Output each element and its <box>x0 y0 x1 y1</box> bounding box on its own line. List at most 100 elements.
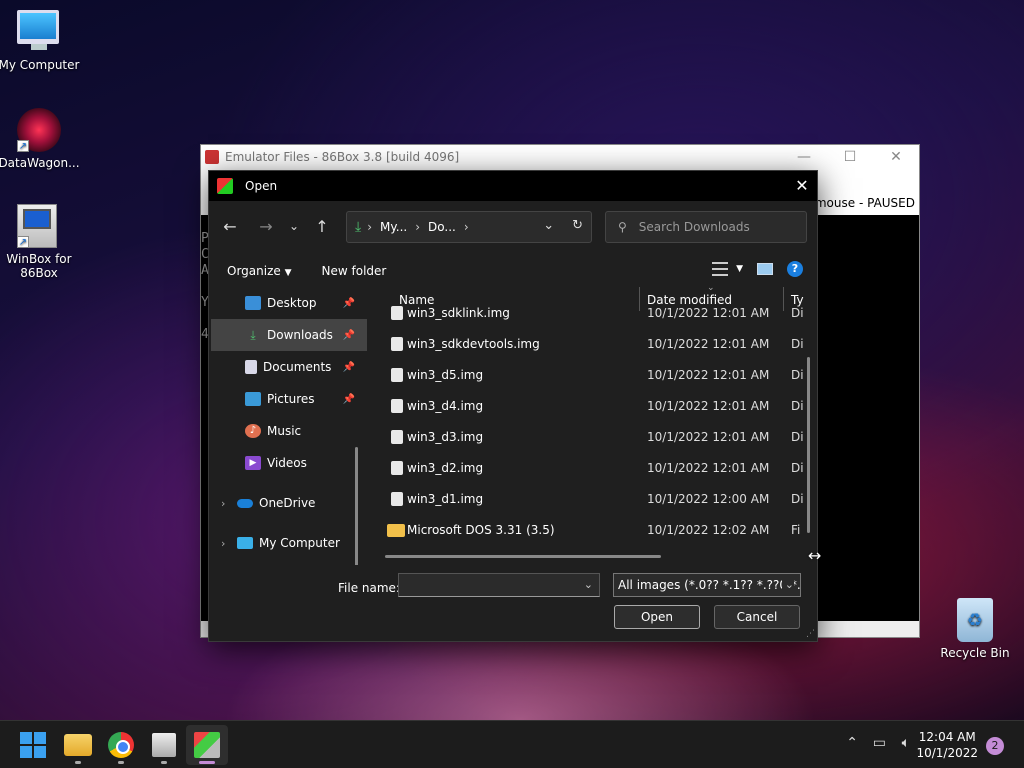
disk-image-file-icon <box>391 337 403 351</box>
computer-icon <box>17 10 61 54</box>
clock[interactable]: 12:04 AM 10/1/2022 <box>916 729 978 761</box>
search-input[interactable]: ⚲ Search Downloads <box>605 211 807 243</box>
network-icon[interactable]: ▭ <box>873 735 886 751</box>
desktop-icon-datawagon[interactable]: ↗ DataWagon... <box>0 108 81 170</box>
nav-item-downloads[interactable]: ⤓ Downloads 📌 <box>211 319 367 351</box>
winbox-icon: ↗ <box>17 204 61 248</box>
nav-item-onedrive[interactable]: › OneDrive <box>209 487 367 519</box>
file-name-label: File name: <box>338 581 400 595</box>
up-arrow-icon[interactable]: ↑ <box>307 217 337 236</box>
desktop-icon-label: DataWagon... <box>0 156 80 170</box>
document-icon <box>245 360 257 374</box>
disk-image-file-icon <box>391 399 403 413</box>
dialog-titlebar[interactable]: Open <box>209 171 817 201</box>
dialog-close-button[interactable]: ✕ <box>787 171 817 201</box>
chevron-right-icon[interactable]: › <box>221 497 225 510</box>
folder-icon <box>387 523 405 537</box>
file-row[interactable]: win3_d2.img 10/1/2022 12:01 AM Di <box>369 456 817 480</box>
horizontal-resize-cursor-icon: ↔ <box>808 546 822 565</box>
back-arrow-icon[interactable]: ← <box>215 217 245 236</box>
86box-taskbar-icon[interactable] <box>194 732 220 758</box>
dialog-title: Open <box>245 179 278 193</box>
navigation-bar: ← → ⌄ ↑ ⤓ › My... › Do... › ⌄ ↻ ⚲ Search… <box>209 201 817 251</box>
chevron-down-icon: ⌄ <box>781 574 794 596</box>
notification-badge[interactable]: 2 <box>986 737 1004 755</box>
navigation-pane[interactable]: Desktop 📌 ⤓ Downloads 📌 Documents 📌 Pict… <box>209 287 367 565</box>
file-row[interactable]: win3_sdkdevtools.img 10/1/2022 12:01 AM … <box>369 332 817 356</box>
cloud-icon <box>237 498 253 508</box>
nav-pane-scrollbar[interactable] <box>355 447 358 565</box>
disk-image-file-icon <box>391 461 403 475</box>
open-dialog[interactable]: Open ✕ ← → ⌄ ↑ ⤓ › My... › Do... › ⌄ ↻ ⚲… <box>208 170 818 642</box>
desktop-icon-winbox[interactable]: ↗ WinBox for 86Box <box>0 204 81 280</box>
cancel-button[interactable]: Cancel <box>714 605 800 629</box>
computer-icon <box>237 537 253 549</box>
breadcrumb-my-computer[interactable]: My... <box>380 220 407 234</box>
nav-item-documents[interactable]: Documents 📌 <box>209 351 367 383</box>
file-list-vertical-scrollbar[interactable] <box>807 357 810 533</box>
list-view-icon <box>712 262 729 276</box>
nav-item-pictures[interactable]: Pictures 📌 <box>209 383 367 415</box>
shortcut-arrow-icon: ↗ <box>17 140 29 152</box>
disk-image-file-icon <box>391 492 403 506</box>
desktop-icon <box>245 296 261 310</box>
breadcrumb-downloads[interactable]: Do... <box>428 220 456 234</box>
nav-item-videos[interactable]: ▶ Videos <box>209 447 367 479</box>
clock-time: 12:04 AM <box>918 730 976 744</box>
address-dropdown-icon[interactable]: ⌄ <box>543 218 554 233</box>
breadcrumb-separator-icon: › <box>367 220 373 234</box>
desktop-icon-my-computer[interactable]: My Computer <box>0 10 81 72</box>
open-button[interactable]: Open <box>614 605 700 629</box>
clock-date: 10/1/2022 <box>916 746 978 760</box>
disk-image-file-icon <box>391 430 403 444</box>
resize-grip-icon[interactable]: ⋰ <box>806 629 815 639</box>
chevron-down-icon[interactable]: ⌄ <box>584 578 593 591</box>
desktop-icon-label: Recycle Bin <box>940 646 1010 660</box>
nav-item-my-computer[interactable]: › My Computer <box>209 527 367 559</box>
file-explorer-icon[interactable] <box>64 734 92 756</box>
close-button[interactable]: ✕ <box>873 145 919 169</box>
emulator-title: Emulator Files - 86Box 3.8 [build 4096] <box>225 150 460 164</box>
nav-item-desktop[interactable]: Desktop 📌 <box>209 287 367 319</box>
nav-item-music[interactable]: ♪ Music <box>209 415 367 447</box>
address-bar[interactable]: ⤓ › My... › Do... › ⌄ ↻ <box>346 211 592 243</box>
file-row[interactable]: win3_d5.img 10/1/2022 12:01 AM Di <box>369 363 817 387</box>
file-list-horizontal-scrollbar[interactable] <box>385 555 661 558</box>
volume-icon[interactable]: 🔈︎ <box>902 735 910 751</box>
forward-arrow-icon[interactable]: → <box>251 217 281 236</box>
disk-image-file-icon <box>391 368 403 382</box>
winbox-taskbar-icon[interactable] <box>152 733 176 757</box>
download-icon: ⤓ <box>355 219 362 235</box>
file-row[interactable]: win3_d3.img 10/1/2022 12:01 AM Di <box>369 425 817 449</box>
help-icon[interactable]: ? <box>787 261 803 277</box>
file-type-filter-select[interactable]: All images (*.0?? *.1?? *.??0 *.86 ⌄ <box>613 573 801 597</box>
file-row[interactable]: win3_d4.img 10/1/2022 12:01 AM Di <box>369 394 817 418</box>
maximize-button[interactable]: ☐ <box>827 145 873 169</box>
chevron-up-icon[interactable]: ⌃ <box>846 735 858 751</box>
search-icon: ⚲ <box>618 220 627 234</box>
chrome-icon[interactable] <box>108 732 134 758</box>
chevron-down-icon: ▼ <box>284 268 292 278</box>
minimize-button[interactable]: — <box>781 145 827 169</box>
view-options-button[interactable]: ▼ <box>712 262 743 276</box>
preview-pane-icon[interactable] <box>757 263 773 275</box>
recent-locations-chevron-icon[interactable]: ⌄ <box>281 219 307 233</box>
chevron-down-icon: ▼ <box>736 264 743 274</box>
file-row[interactable]: win3_sdklink.img 10/1/2022 12:01 AM Di <box>369 301 817 325</box>
organize-button[interactable]: Organize ▼ <box>227 264 292 278</box>
download-icon: ⤓ <box>250 328 256 342</box>
file-row[interactable]: win3_d1.img 10/1/2022 12:00 AM Di <box>369 487 817 511</box>
folder-row[interactable]: Microsoft DOS 3.31 (3.5) 10/1/2022 12:02… <box>369 518 817 542</box>
refresh-icon[interactable]: ↻ <box>572 218 583 233</box>
desktop-icon-recycle-bin[interactable]: ♻ Recycle Bin <box>933 598 1017 660</box>
start-button[interactable] <box>20 732 46 758</box>
pin-icon: 📌 <box>342 297 355 309</box>
86box-icon <box>205 150 219 164</box>
file-name-input[interactable]: ⌄ <box>398 573 600 597</box>
sort-chevron-icon: ⌄ <box>707 287 715 293</box>
chevron-right-icon[interactable]: › <box>221 537 225 550</box>
desktop-icon-label: WinBox for 86Box <box>6 252 72 280</box>
file-list[interactable]: Name Date modified ⌄ Ty win3_sdklink.img… <box>369 287 817 565</box>
new-folder-button[interactable]: New folder <box>322 264 387 278</box>
command-bar: Organize ▼ New folder ▼ ? <box>209 255 817 287</box>
